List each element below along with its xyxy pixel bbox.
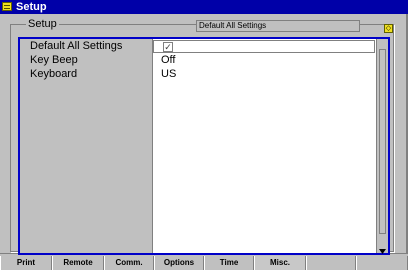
setting-value-keyboard[interactable]: US — [161, 68, 176, 81]
scroll-up-icon[interactable] — [379, 41, 386, 54]
setting-label-default-all: Default All Settings — [30, 40, 123, 52]
tab-options[interactable]: Options — [154, 256, 204, 270]
vertical-scrollbar[interactable] — [376, 39, 388, 254]
settings-table: Default All Settings Key Beep Keyboard ✓… — [18, 37, 390, 255]
default-all-settings-button[interactable]: Default All Settings — [196, 20, 360, 32]
group-label: Setup — [26, 18, 59, 31]
softkey-bar: Print Remote Comm. Options Time Misc. — [0, 256, 408, 270]
scroll-down-icon[interactable] — [379, 241, 386, 254]
tab-comm[interactable]: Comm. — [104, 256, 154, 270]
title-bar: Setup — [0, 0, 408, 14]
tab-print[interactable]: Print — [0, 256, 52, 270]
setting-label-keyboard: Keyboard — [30, 68, 78, 80]
status-indicator-icon: ◇ — [384, 24, 393, 33]
tab-time[interactable]: Time — [204, 256, 254, 270]
tab-remote[interactable]: Remote — [52, 256, 104, 270]
setting-value-key-beep[interactable]: Off — [161, 54, 175, 67]
default-all-checkbox[interactable]: ✓ — [163, 42, 173, 52]
setting-label-key-beep: Key Beep — [30, 54, 78, 66]
tab-misc[interactable]: Misc. — [254, 256, 306, 270]
window-icon — [2, 2, 12, 11]
setting-value-default-all[interactable]: ✓ — [153, 40, 375, 53]
window-title: Setup — [16, 1, 47, 13]
scroll-thumb[interactable] — [379, 49, 386, 234]
tab-empty-1[interactable] — [306, 256, 356, 270]
settings-value-column: ✓ Off US — [152, 39, 376, 253]
tab-empty-2[interactable] — [356, 256, 408, 270]
setup-window: Setup Default All Settings ◇ Default All… — [0, 14, 408, 255]
settings-label-column: Default All Settings Key Beep Keyboard — [20, 39, 152, 253]
